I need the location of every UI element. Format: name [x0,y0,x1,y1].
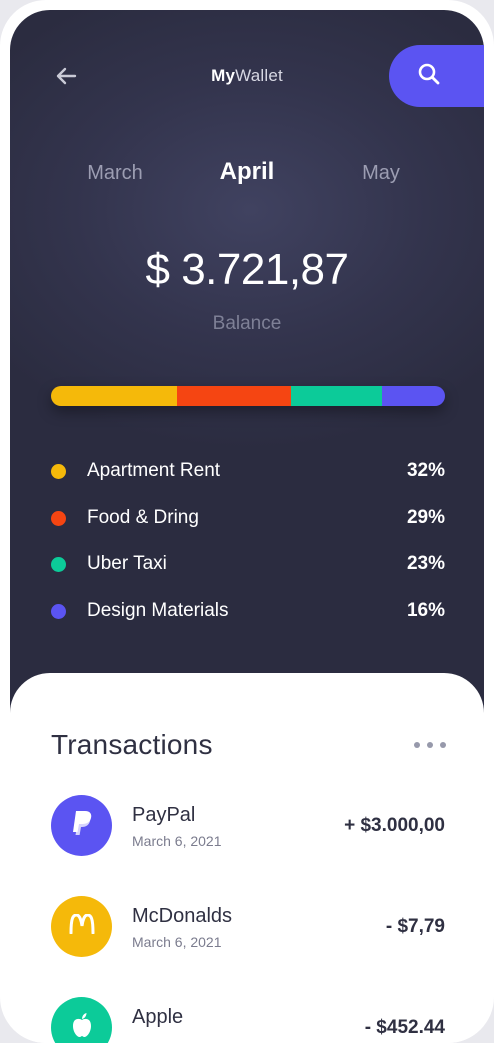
transaction-row[interactable]: Apple - $452.44 [51,997,445,1043]
transaction-logo [51,795,112,856]
legend-dot [51,556,66,572]
transactions-title: Transactions [51,729,213,760]
transaction-amount: - $452.44 [364,1017,445,1038]
legend-dot [51,603,66,619]
legend-item-apartment-rent: Apartment Rent 32% [51,457,445,485]
transaction-logo [51,997,112,1043]
transaction-logo [51,896,112,957]
search-icon [418,63,440,90]
legend-percent: 32% [406,460,445,481]
spending-bar-segment-food [177,386,292,406]
transaction-amount: + $3.000,00 [344,815,445,836]
legend-label: Uber Taxi [87,553,167,574]
balance-amount: $ 3.721,87 [145,245,349,294]
transaction-date: March 6, 2021 [132,934,222,950]
more-dot-icon [427,742,433,748]
month-tab-may[interactable]: May [362,162,400,185]
spending-bar [51,386,445,406]
apple-icon [71,1012,93,1043]
legend-item-uber-taxi: Uber Taxi 23% [51,550,445,578]
more-options-button[interactable] [414,735,446,755]
phone-screen: MyWallet March April May $ 3.721,87 Bala… [0,0,494,1043]
month-tab-april[interactable]: April [220,158,275,186]
transaction-date: March 6, 2021 [132,833,222,849]
spending-bar-segment-rent [51,386,178,406]
legend-item-design-materials: Design Materials 16% [51,597,445,625]
paypal-icon [70,810,94,841]
mcdonalds-icon [69,913,95,939]
app-title-bold: My [211,66,236,85]
transaction-merchant: Apple [132,1006,184,1028]
legend-dot [51,463,66,479]
transaction-row[interactable]: PayPal March 6, 2021 + $3.000,00 [51,795,445,857]
spending-bar-segment-taxi [291,386,382,406]
more-dot-icon [414,742,420,748]
legend-percent: 29% [406,507,445,528]
legend-label: Apartment Rent [87,460,221,481]
transaction-merchant: PayPal [132,804,196,826]
transaction-row[interactable]: McDonalds March 6, 2021 - $7,79 [51,896,445,958]
legend-label: Design Materials [87,600,229,621]
app-title-light: Wallet [235,66,283,85]
month-tab-march[interactable]: March [87,162,143,185]
transaction-merchant: McDonalds [132,905,233,927]
legend-dot [51,510,66,526]
legend-label: Food & Dring [87,507,199,528]
legend-percent: 23% [406,553,445,574]
search-button[interactable] [389,45,484,107]
legend-item-food: Food & Dring 29% [51,504,445,532]
balance-label: Balance [212,313,282,334]
more-dot-icon [440,742,446,748]
transaction-amount: - $7,79 [385,916,445,937]
legend-percent: 16% [406,600,445,621]
spending-bar-segment-design [381,386,445,406]
